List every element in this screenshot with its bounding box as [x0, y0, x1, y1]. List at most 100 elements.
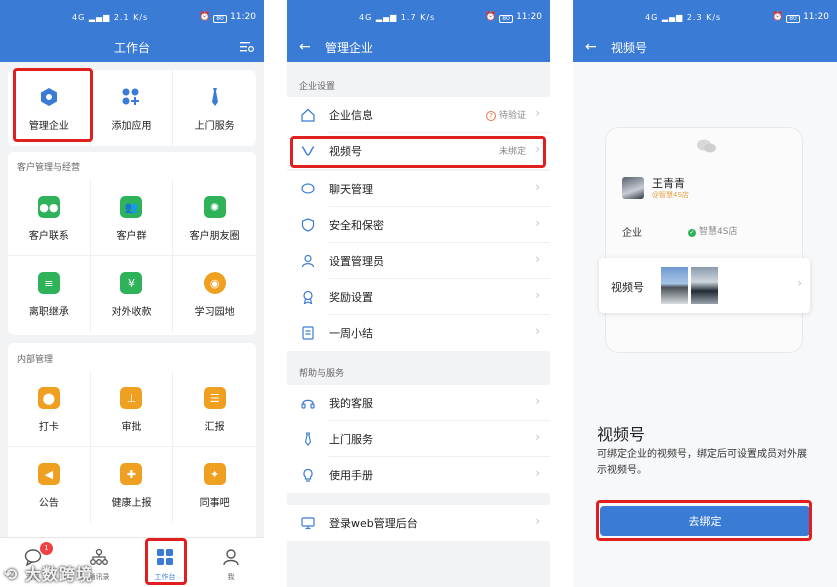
- row-set-admin[interactable]: 设置管理员 ›: [287, 243, 550, 279]
- section-heading: 视频号: [597, 425, 646, 444]
- tie-icon: [204, 86, 226, 108]
- section-title-internal: 内部管理: [17, 355, 54, 365]
- bulb-icon: [303, 468, 313, 482]
- chevron-right-icon: ›: [535, 252, 540, 266]
- profile-org: @智慧4S店: [652, 191, 689, 199]
- headset-icon: [301, 399, 315, 409]
- channel-label: 视频号: [611, 281, 644, 294]
- signal-indicator: 4G ▂▄▆ 1.7 K/s: [359, 13, 436, 22]
- chevron-right-icon: ›: [535, 288, 540, 302]
- chevron-right-icon: ›: [535, 216, 540, 230]
- highlight-manage-enterprise: [13, 68, 93, 142]
- top-nav: 工作台: [0, 36, 264, 62]
- row-weekly-summary[interactable]: 一周小结 ›: [287, 315, 550, 351]
- app-report[interactable]: ☰ 汇报: [173, 371, 256, 447]
- section-description: 可绑定企业的视频号，绑定后可设置成员对外展示视频号。: [597, 449, 807, 476]
- app-customer-contact[interactable]: ●● 客户联系: [8, 180, 91, 256]
- app-onsite-service[interactable]: 上门服务: [173, 70, 256, 146]
- row-reward-settings[interactable]: 奖励设置 ›: [287, 279, 550, 315]
- clock: 11:20: [803, 12, 829, 22]
- shield-icon: [301, 218, 315, 232]
- profile-name: 王青青: [652, 177, 685, 190]
- customer-section-card: 客户管理与经营 ●● 客户联系 👥 客户群 ✺ 客户朋友圈 ≡ 离职继承 ¥ 对外收款 ◉…: [8, 152, 256, 335]
- chevron-right-icon: ›: [535, 466, 540, 480]
- status-bar: 4G ▂▄▆ 2.1 K/s ⏰ 80 11:20: [0, 0, 264, 36]
- add-apps-icon: [120, 86, 142, 108]
- page-title: 视频号: [611, 41, 648, 55]
- chevron-right-icon: ›: [535, 514, 540, 528]
- medal-icon: [303, 290, 313, 304]
- verify-status: ? 待验证: [485, 108, 526, 121]
- row-chat-management[interactable]: 聊天管理 ›: [287, 171, 550, 207]
- report-icon: ☰: [203, 387, 226, 409]
- app-announcement[interactable]: ◀ 公告: [8, 447, 91, 523]
- section-title-customer: 客户管理与经营: [17, 163, 81, 173]
- app-colleague-bar[interactable]: ✦ 同事吧: [173, 447, 256, 523]
- clock: 11:20: [230, 12, 256, 22]
- health-icon: ✚: [120, 463, 143, 485]
- message-badge: 1: [40, 542, 53, 555]
- top-nav: ← 管理企业: [287, 36, 550, 62]
- clock: 11:20: [516, 12, 542, 22]
- back-arrow-icon[interactable]: ←: [585, 39, 597, 55]
- chevron-right-icon: ›: [535, 324, 540, 338]
- company-value: ✓ 智慧4S店: [688, 227, 738, 237]
- planet-icon: ◉: [203, 272, 226, 294]
- tab-me[interactable]: 我: [198, 538, 264, 587]
- yen-icon: ¥: [120, 272, 143, 294]
- highlight-unbind-button: [596, 500, 812, 541]
- avatar: [622, 177, 644, 199]
- share-icon: ✦: [203, 463, 226, 485]
- manage-enterprise-screen: 4G ▂▄▆ 1.7 K/s ⏰ 80 11:20 ← 管理企业 企业设置 企业信…: [287, 0, 550, 587]
- aperture-icon: ✺: [203, 196, 226, 218]
- row-onsite-service[interactable]: 上门服务 ›: [287, 421, 550, 457]
- chevron-right-icon: ›: [535, 180, 540, 194]
- section-title-help: 帮助与服务: [299, 369, 345, 379]
- status-right: ⏰ 80 11:20: [484, 12, 542, 23]
- workbench-screen: 4G ▂▄▆ 2.1 K/s ⏰ 80 11:20 工作台 管理企业 添加应用 上…: [0, 0, 264, 587]
- row-my-support[interactable]: 我的客服 ›: [287, 385, 550, 421]
- channel-row-card[interactable]: 视频号 ›: [599, 258, 810, 313]
- settings-menu-icon[interactable]: [240, 41, 254, 53]
- app-add-application[interactable]: 添加应用: [91, 70, 174, 146]
- row-security[interactable]: 安全和保密 ›: [287, 207, 550, 243]
- app-customer-moments[interactable]: ✺ 客户朋友圈: [173, 180, 256, 256]
- app-customer-group[interactable]: 👥 客户群: [90, 180, 174, 256]
- preview-card: 王青青 @智慧4S店 企业 ✓ 智慧4S店: [605, 127, 803, 353]
- chevron-right-icon: ›: [797, 276, 802, 290]
- chevron-right-icon: ›: [535, 106, 540, 120]
- row-web-admin-login[interactable]: 登录web管理后台 ›: [287, 505, 550, 541]
- app-approval[interactable]: ⊥ 审批: [90, 371, 174, 447]
- app-health-report[interactable]: ✚ 健康上报: [91, 447, 174, 523]
- chevron-right-icon: ›: [535, 394, 540, 408]
- video-channel-screen: 4G ▂▄▆ 2.3 K/s ⏰ 80 11:20 ← 视频号 王青青 @智慧4S…: [573, 0, 837, 587]
- chat-bubble-icon: ●●: [37, 196, 60, 218]
- customer-apps-grid: ●● 客户联系 👥 客户群 ✺ 客户朋友圈 ≡ 离职继承 ¥ 对外收款 ◉ 学习园地: [8, 180, 256, 332]
- app-checkin[interactable]: ⬤ 打卡: [8, 371, 91, 447]
- row-user-manual[interactable]: 使用手册 ›: [287, 457, 550, 493]
- status-right: ⏰ 80 11:20: [198, 12, 256, 23]
- section-title-settings: 企业设置: [299, 82, 336, 92]
- watermark: ⟲ 大数跨境: [4, 565, 93, 584]
- status-bar: 4G ▂▄▆ 1.7 K/s ⏰ 80 11:20: [287, 0, 550, 36]
- app-resignation-inherit[interactable]: ≡ 离职继承: [8, 256, 91, 332]
- stamp-icon: ⊥: [120, 387, 143, 409]
- status-bar: 4G ▂▄▆ 2.3 K/s ⏰ 80 11:20: [573, 0, 837, 36]
- internal-section-card: 内部管理 ⬤ 打卡 ⊥ 审批 ☰ 汇报 ◀ 公告 ✚ 健康上报 ✦ 同事吧: [8, 343, 256, 543]
- internal-apps-grid: ⬤ 打卡 ⊥ 审批 ☰ 汇报 ◀ 公告 ✚ 健康上报 ✦ 同事吧: [8, 371, 256, 523]
- app-external-payment[interactable]: ¥ 对外收款: [91, 256, 174, 332]
- group-icon: 👥: [120, 196, 143, 218]
- user-icon: [301, 254, 315, 268]
- back-arrow-icon[interactable]: ←: [299, 39, 311, 55]
- signal-indicator: 4G ▂▄▆ 2.3 K/s: [645, 13, 722, 22]
- highlight-workbench-tab: [145, 538, 187, 585]
- tie-icon: [304, 432, 312, 446]
- megaphone-icon: ◀: [37, 463, 60, 485]
- home-icon: [301, 108, 315, 122]
- app-learning-garden[interactable]: ◉ 学习园地: [173, 256, 256, 332]
- chat-icon: [301, 183, 315, 194]
- row-enterprise-info[interactable]: 企业信息 ? 待验证 ›: [287, 97, 550, 133]
- monitor-icon: [301, 517, 315, 530]
- battery-icon: 80: [499, 15, 514, 23]
- signal-indicator: 4G ▂▄▆ 2.1 K/s: [72, 13, 149, 22]
